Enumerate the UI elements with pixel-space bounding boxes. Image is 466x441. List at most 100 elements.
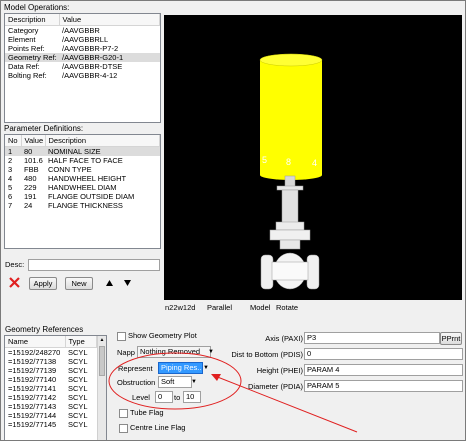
geometry-reference-cell-type: SCYL <box>68 348 88 357</box>
geometry-references-list[interactable]: Name Type =15192/248270 SCYL =15192/77138 S… <box>4 335 107 440</box>
geometry-reference-row[interactable]: =15192/77140 SCYL <box>5 375 97 384</box>
geometry-reference-cell-type: SCYL <box>68 366 88 375</box>
geometry-reference-cell-name: =15192/77143 <box>8 402 57 411</box>
model-operation-row[interactable]: Category/AAVGBBR <box>5 26 160 36</box>
model-operations-title: Model Operations: <box>4 3 70 12</box>
parameter-definition-cell-value: FBB <box>24 165 39 174</box>
parameter-definition-cell-value: 480 <box>24 174 37 183</box>
model-operation-row[interactable]: Data Ref: /AAVGBBR-DTSE <box>5 62 160 71</box>
napp-select[interactable]: Nothing Removed <box>137 346 211 358</box>
show-geometry-plot-label: Show Geometry Plot <box>128 331 197 340</box>
represent-select[interactable]: Piping Res... <box>158 362 203 374</box>
column-header-description[interactable]: Description <box>5 14 60 26</box>
parameter-definition-row[interactable]: 4 480 HANDWHEEL HEIGHT <box>5 174 160 183</box>
geometry-reference-row[interactable]: =15192/77142 SCYL <box>5 393 97 402</box>
dist-to-bottom-field[interactable]: 0 <box>304 348 463 360</box>
parameter-definition-cell-description: CONN TYPE <box>48 165 92 174</box>
geometry-references-scrollbar[interactable]: ▲ <box>97 336 106 440</box>
tube-flag-checkbox[interactable] <box>119 409 128 418</box>
parameter-definition-row[interactable]: 3 FBB CONN TYPE <box>5 165 160 174</box>
parameter-definition-row[interactable]: 7 24 FLANGE THICKNESS <box>5 201 160 210</box>
geometry-reference-row[interactable]: =15192/77143 SCYL <box>5 402 97 411</box>
column-header-name[interactable]: Name <box>5 336 66 348</box>
show-geometry-plot-checkbox[interactable] <box>117 332 126 341</box>
dist-to-bottom-label: Dist to Bottom (PDIS) <box>231 350 303 359</box>
pprnt-button[interactable]: PPrnt <box>440 332 462 345</box>
napp-label: Napp <box>117 348 135 357</box>
parameter-definitions-list[interactable]: No Value Description 1 80 NOMINAL SIZE 2 101… <box>4 134 161 249</box>
view-direction-status: n22w12d <box>165 303 196 312</box>
napp-chevron-down-icon[interactable]: ▼ <box>207 347 215 357</box>
height-field[interactable]: PARAM 4 <box>304 364 463 376</box>
diameter-label: Diameter (PDIA) <box>247 382 303 391</box>
desc-label: Desc: <box>5 260 25 269</box>
column-header-no[interactable]: No <box>5 135 22 147</box>
model-operation-row[interactable]: Geometry Ref:/AAVGBBR-G20-1 <box>5 53 160 62</box>
centre-line-flag-checkbox[interactable] <box>119 424 128 433</box>
geometry-reference-cell-type: SCYL <box>68 411 88 420</box>
obstruction-label: Obstruction <box>117 378 156 387</box>
parameter-definition-cell-description: NOMINAL SIZE <box>45 146 160 156</box>
model-operation-row[interactable]: Bolting Ref: /AAVGBBR-4-12 <box>5 71 160 80</box>
obstruction-chevron-down-icon[interactable]: ▼ <box>190 377 198 387</box>
geometry-reference-row[interactable]: =15192/77145 SCYL <box>5 420 97 429</box>
geometry-reference-row[interactable]: =15192/77144 SCYL <box>5 411 97 420</box>
model-operation-cell-value: /AAVGBBR-G20-1 <box>59 53 160 62</box>
geometry-reference-row[interactable]: =15192/77139 SCYL <box>5 366 97 375</box>
geometry-reference-row[interactable]: =15192/77138 SCYL <box>5 357 97 366</box>
parameter-definition-cell-value: 191 <box>24 192 37 201</box>
column-header-value[interactable]: Value <box>21 135 46 147</box>
model-operations-list[interactable]: Description Value Category/AAVGBBR Elemen… <box>4 13 161 123</box>
column-header-description[interactable]: Description <box>45 135 160 147</box>
geometry-reference-cell-type: SCYL <box>68 393 88 402</box>
geometry-reference-cell-name: =15192/77144 <box>8 411 57 420</box>
scroll-up-icon[interactable]: ▲ <box>99 337 105 343</box>
move-down-icon[interactable] <box>123 279 132 287</box>
model-operation-row[interactable]: Points Ref: /AAVGBBR-P7-2 <box>5 44 160 53</box>
parameter-definition-cell-no: 2 <box>8 156 13 165</box>
model-operation-cell-description: Element <box>8 35 36 44</box>
new-button[interactable]: New <box>65 277 93 290</box>
parameter-definition-cell-description: FLANGE OUTSIDE DIAM <box>48 192 135 201</box>
parameter-definition-row[interactable]: 5 229 HANDWHEEL DIAM <box>5 183 160 192</box>
column-header-value[interactable]: Value <box>59 14 160 26</box>
geometry-reference-row[interactable]: =15192/77141 SCYL <box>5 384 97 393</box>
parameter-definition-row[interactable]: 1 80 NOMINAL SIZE <box>5 146 160 156</box>
geometry-reference-cell-name: =15192/77145 <box>8 420 57 429</box>
point-label-8: 8 <box>286 157 292 167</box>
point-label-4: 4 <box>312 158 318 168</box>
model-viewport[interactable]: 5 8 4 <box>164 15 462 300</box>
model-operation-cell-description: Bolting Ref: <box>8 71 47 80</box>
level-to-field[interactable]: 10 <box>183 391 201 403</box>
move-up-icon[interactable] <box>105 279 114 287</box>
represent-chevron-down-icon[interactable]: ▼ <box>202 363 210 373</box>
annotation-arrowhead <box>211 374 221 381</box>
scrollbar-thumb[interactable] <box>99 346 105 376</box>
obstruction-select[interactable]: Soft <box>158 376 192 388</box>
diameter-field[interactable]: PARAM 5 <box>304 380 463 392</box>
level-from-field[interactable]: 0 <box>155 391 173 403</box>
parameter-definition-cell-value: 24 <box>24 201 33 210</box>
desc-field[interactable] <box>28 259 160 271</box>
parameter-definition-row[interactable]: 6 191 FLANGE OUTSIDE DIAM <box>5 192 160 201</box>
apply-button[interactable]: Apply <box>29 277 57 290</box>
model-operation-cell-description: Category <box>8 26 39 35</box>
model-operation-row[interactable]: Element/AAVGBBRLL <box>5 35 160 44</box>
parameter-definitions-title: Parameter Definitions: <box>4 124 84 133</box>
geometry-reference-row[interactable]: =15192/248270 SCYL <box>5 348 97 358</box>
height-label: Height (PHEI) <box>256 366 303 375</box>
model-operation-cell-value: /AAVGBBR-DTSE <box>62 62 123 71</box>
geometry-reference-cell-type: SCYL <box>68 357 88 366</box>
geometry-reference-cell-name: =15192/248270 <box>8 348 61 357</box>
column-header-type[interactable]: Type <box>65 336 97 348</box>
axis-field[interactable]: P3 <box>304 332 440 344</box>
geometry-reference-cell-name: =15192/77142 <box>8 393 57 402</box>
geometry-reference-cell-name: =15192/77139 <box>8 366 57 375</box>
model-operation-cell-value: /AAVGBBRLL <box>62 35 109 44</box>
tube-flag-label: Tube Flag <box>130 408 164 417</box>
parameter-definition-row[interactable]: 2 101.6 HALF FACE TO FACE <box>5 156 160 165</box>
parameter-definition-cell-description: HANDWHEEL DIAM <box>48 183 117 192</box>
axis-label: Axis (PAXI) <box>265 334 303 343</box>
delete-icon[interactable] <box>8 276 21 289</box>
parameter-definition-cell-description: FLANGE THICKNESS <box>48 201 123 210</box>
